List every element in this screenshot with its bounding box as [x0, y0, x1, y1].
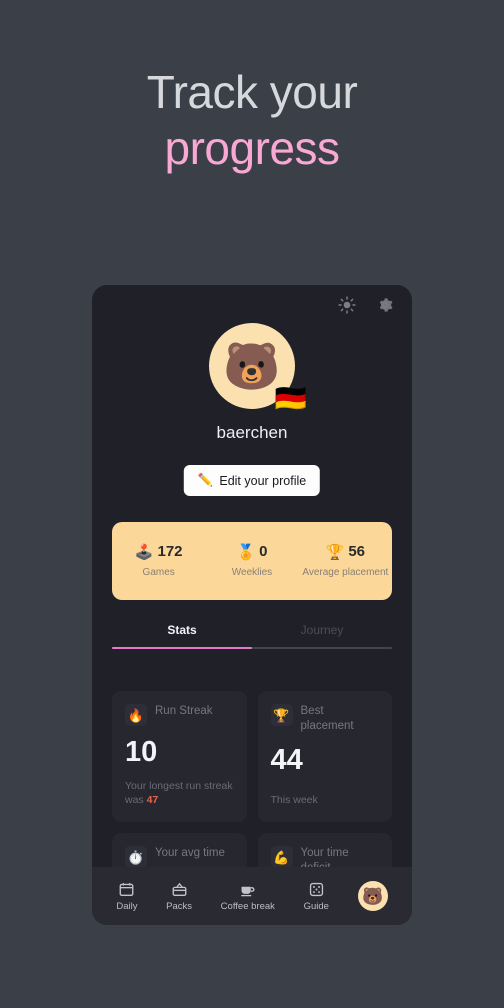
username-label: baerchen: [216, 423, 288, 442]
hero-line-1: Track your: [146, 66, 358, 118]
trophy-icon: 🏆: [325, 543, 345, 561]
pencil-icon: ✏️: [197, 473, 214, 487]
summary-item-weeklies[interactable]: 🏅 0 Weeklies: [205, 543, 298, 580]
country-flag-icon: 🇩🇪: [274, 383, 307, 413]
summary-value-average-placement: 56: [348, 543, 365, 561]
hero-line-2: progress: [164, 121, 340, 174]
nav-item-packs[interactable]: Packs: [166, 881, 192, 912]
nav-label-daily: Daily: [116, 900, 138, 912]
nav-label-coffee-break: Coffee break: [220, 900, 275, 912]
summary-item-games[interactable]: 🕹️ 172 Games: [112, 543, 205, 580]
hero-headline: Track your progress: [0, 66, 504, 174]
bear-avatar-icon: 🐻: [223, 340, 281, 392]
gear-icon[interactable]: [376, 296, 394, 314]
stat-title-run-streak: Run Streak: [155, 705, 213, 717]
summary-label-games: Games: [142, 566, 175, 578]
stat-value-best-placement: 44: [270, 743, 303, 776]
stat-sub-text-best-placement: This week: [270, 794, 318, 807]
sun-icon[interactable]: [338, 296, 356, 314]
stat-sub-best-placement: This week: [271, 781, 380, 807]
stat-title-best-placement: Best placement: [300, 705, 354, 732]
summary-item-average-placement[interactable]: 🏆 56 Average placement: [299, 543, 392, 580]
bottom-navigation-bar: Daily Packs Coffee break Guide 🐻: [92, 867, 412, 925]
trophy-icon: 🏆: [270, 704, 293, 726]
stat-sub-highlight-run-streak: 47: [146, 794, 159, 807]
medal-icon: 🏅: [236, 543, 256, 561]
nav-profile-avatar[interactable]: 🐻: [357, 881, 388, 911]
tab-stats[interactable]: Stats: [112, 623, 252, 647]
tab-journey[interactable]: Journey: [252, 623, 392, 647]
stat-card-run-streak[interactable]: 🔥 Run Streak 10 Your longest run streak …: [112, 691, 247, 823]
avatar-container: 🐻 🇩🇪: [92, 323, 412, 411]
calendar-icon: [118, 881, 135, 898]
edit-profile-button[interactable]: ✏️ Edit your profile: [183, 465, 321, 496]
stats-grid: 🔥 Run Streak 10 Your longest run streak …: [112, 691, 392, 894]
stat-value-run-streak: 10: [125, 736, 158, 768]
summary-label-weeklies: Weeklies: [231, 566, 273, 578]
avatar[interactable]: 🐻 🇩🇪: [209, 323, 307, 411]
app-screen: Track your progress 🐻 🇩🇪 baerchen ✏️ Edi…: [0, 0, 504, 1008]
summary-value-weeklies: 0: [259, 543, 268, 561]
edit-profile-label: Edit your profile: [219, 473, 307, 488]
stopwatch-icon: ⏱️: [125, 846, 147, 869]
coffee-cup-icon: [239, 881, 256, 898]
summary-stats-bar: 🕹️ 172 Games 🏅 0 Weeklies 🏆 56 Average p…: [112, 522, 392, 600]
stat-title-avg-time: Your avg time: [155, 847, 225, 860]
flexed-biceps-icon: 💪: [270, 846, 293, 869]
phone-preview-card: 🐻 🇩🇪 baerchen ✏️ Edit your profile 🕹️ 17…: [92, 285, 412, 925]
nav-item-coffee-break[interactable]: Coffee break: [221, 881, 275, 912]
summary-value-games: 172: [157, 543, 183, 561]
joystick-icon: 🕹️: [134, 543, 154, 561]
nav-label-guide: Guide: [303, 900, 329, 912]
dice-icon: [308, 881, 325, 898]
nav-item-guide[interactable]: Guide: [304, 881, 329, 912]
tab-bar: Stats Journey: [112, 623, 392, 649]
nav-item-daily[interactable]: Daily: [116, 881, 137, 912]
fire-icon: 🔥: [125, 704, 147, 726]
stat-card-best-placement[interactable]: 🏆 Best placement 44 This week: [257, 691, 392, 823]
stat-sub-run-streak: Your longest run streak was 47: [125, 767, 234, 807]
package-icon: [171, 881, 188, 898]
bear-avatar-icon: 🐻: [362, 886, 384, 906]
tab-active-indicator: [112, 647, 252, 649]
nav-label-packs: Packs: [166, 900, 192, 912]
summary-label-average-placement: Average placement: [302, 566, 389, 578]
card-topbar: [92, 285, 412, 325]
stat-sub-text-run-streak: Your longest run streak was: [125, 780, 233, 807]
tab-indicator-track: [112, 647, 392, 649]
